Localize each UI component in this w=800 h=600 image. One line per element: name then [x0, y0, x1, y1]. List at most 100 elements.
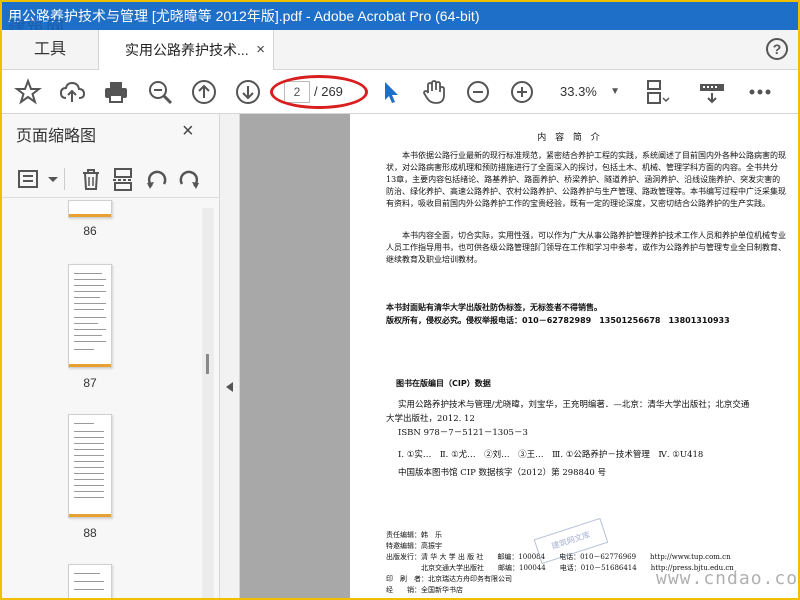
trash-icon[interactable] — [78, 166, 104, 192]
zoom-in-icon[interactable] — [508, 78, 536, 106]
pdf-distributor: 经 销：全国新华书店 — [386, 586, 463, 594]
options-menu-icon[interactable] — [16, 166, 42, 192]
zoom-level-select[interactable]: 33.3% ▼ — [552, 80, 624, 104]
thumbnail-page-88[interactable] — [68, 414, 112, 518]
thumbnail-binding-strip — [69, 364, 111, 367]
thumbnail-page-86[interactable] — [68, 200, 112, 218]
keyboard-icon[interactable] — [698, 78, 726, 106]
thumbnail-line — [74, 431, 104, 432]
help-icon[interactable]: ? — [766, 38, 788, 60]
thumbnail-line — [74, 485, 104, 486]
app-window: 用公路养护技术与管理 [尤晓暐等 2012年版].pdf - Adobe Acr… — [2, 2, 798, 598]
thumbnail-line — [74, 573, 100, 574]
star-icon[interactable] — [14, 78, 42, 106]
toolbar-divider — [64, 168, 65, 190]
thumbnail-line — [74, 317, 106, 318]
pdf-cip-line: 大学出版社，2012. 12 — [386, 414, 475, 424]
pdf-special-editor: 特邀编辑：高振宇 — [386, 542, 442, 550]
thumbnail-line — [74, 449, 104, 450]
thumbnail-line — [74, 279, 106, 280]
pdf-heading: 内 容 简 介 — [537, 133, 603, 143]
collapse-arrow-icon[interactable] — [226, 382, 233, 392]
tab-document-label: 实用公路养护技术... — [125, 42, 249, 58]
fit-page-icon[interactable] — [642, 78, 670, 106]
rotate-right-icon[interactable] — [176, 166, 202, 192]
thumbnail-line — [74, 467, 104, 468]
pdf-intro-paragraph-1: 本书依据公路行业最新的现行标准规范，紧密结合养护工程的实践，系统阐述了目前国内外… — [386, 151, 786, 208]
thumbnail-line — [74, 581, 104, 582]
title-bar: 用公路养护技术与管理 [尤晓暐等 2012年版].pdf - Adobe Acr… — [2, 2, 798, 30]
close-panel-icon[interactable]: × — [182, 120, 194, 143]
thumbnail-line — [74, 491, 104, 492]
extract-page-icon[interactable] — [110, 166, 136, 192]
thumbnail-binding-strip — [69, 514, 111, 517]
thumbnail-line — [74, 443, 104, 444]
pdf-rights-notice: 版权所有，侵权必究。侵权举报电话：010－62782989 1350125667… — [386, 316, 730, 325]
close-tab-icon[interactable]: × — [256, 30, 265, 70]
pdf-intro-paragraph-2: 本书内容全面，切合实际，实用性强，可以作为广大从事公路养护管理养护技术工作人员和… — [386, 231, 786, 264]
panel-collapse-strip[interactable] — [220, 114, 240, 598]
tab-tools[interactable]: 工具 — [2, 30, 98, 70]
thumbnail-line — [74, 437, 104, 438]
thumbnail-label: 88 — [83, 526, 97, 540]
tab-document[interactable]: 实用公路养护技术... × — [98, 30, 274, 70]
thumbnail-line — [74, 461, 104, 462]
thumbnail-line — [74, 309, 104, 310]
pdf-printer: 印 刷 者：北京瑞达方舟印务有限公司 — [386, 575, 512, 583]
panel-title: 页面缩略图 — [16, 128, 97, 145]
options-caret-icon[interactable] — [40, 166, 58, 192]
thumbnail-line — [74, 497, 104, 498]
thumbnail-line — [74, 473, 104, 474]
thumbnail-line — [74, 273, 102, 274]
page-up-icon[interactable] — [190, 78, 218, 106]
thumbnail-page-89[interactable] — [68, 564, 112, 598]
thumbnail-line — [74, 329, 106, 330]
hand-icon[interactable] — [420, 78, 448, 106]
page-down-icon[interactable] — [234, 78, 262, 106]
thumbnail-line — [74, 291, 106, 292]
thumbnail-page-87[interactable] — [68, 264, 112, 368]
pdf-cip-record: 中国版本图书馆 CIP 数据核字（2012）第 298840 号 — [398, 468, 606, 478]
more-tools-icon[interactable] — [746, 78, 774, 106]
pdf-editor: 责任编辑：韩 乐 — [386, 531, 442, 539]
thumbnail-line — [74, 335, 102, 336]
pdf-cip-classification: Ⅰ. ①实… Ⅱ. ①尤… ②刘… ③王… Ⅲ. ①公路养护－技术管理 Ⅳ. ①… — [398, 450, 704, 460]
thumbnail-label: 87 — [83, 376, 97, 390]
thumbnail-line — [74, 479, 104, 480]
thumbnail-line — [74, 455, 104, 456]
highlight-ring — [270, 75, 368, 109]
thumbnail-line — [74, 285, 104, 286]
thumbnail-line — [74, 297, 100, 298]
window-title: 用公路养护技术与管理 [尤晓暐等 2012年版].pdf - Adobe Acr… — [8, 8, 480, 24]
print-icon[interactable] — [102, 78, 130, 106]
thumbnail-scrollbar[interactable] — [202, 208, 214, 598]
rotate-left-icon[interactable] — [144, 166, 170, 192]
select-arrow-icon[interactable] — [376, 78, 404, 106]
zoom-search-icon[interactable] — [146, 78, 174, 106]
thumbnail-line — [74, 341, 106, 342]
chevron-down-icon: ▼ — [610, 86, 620, 97]
thumbnail-label: 86 — [83, 224, 97, 238]
thumbnail-line — [74, 303, 106, 304]
thumbnail-line — [74, 349, 94, 350]
pdf-anti-fake-notice: 本书封面贴有清华大学出版社防伪标签，无标签者不得销售。 — [386, 303, 602, 312]
tab-row: 工具 实用公路养护技术... × ? — [2, 30, 798, 70]
zoom-out-icon[interactable] — [464, 78, 492, 106]
thumbnail-line — [74, 323, 98, 324]
pdf-page: 内 容 简 介 本书依据公路行业最新的现行标准规范，紧密结合养护工程的实践，系统… — [350, 114, 798, 598]
pdf-cip-title: 图书在版编目（CIP）数据 — [396, 379, 491, 388]
pdf-cip-isbn: ISBN 978－7－5121－1305－3 — [398, 428, 528, 438]
thumbnail-binding-strip — [69, 214, 111, 217]
cloud-upload-icon[interactable] — [58, 78, 86, 106]
scrollbar-grip[interactable] — [206, 354, 209, 374]
watermark-site: www.cndao.com — [656, 568, 798, 589]
zoom-level-value: 33.3% — [560, 84, 597, 99]
document-view[interactable]: 内 容 简 介 本书依据公路行业最新的现行标准规范，紧密结合养护工程的实践，系统… — [240, 114, 798, 598]
panel-toolbar — [2, 158, 220, 198]
thumbnail-panel: 页面缩略图 × 86 87 88 — [2, 114, 220, 598]
thumbnail-list: 86 87 88 — [2, 200, 220, 598]
thumbnail-line — [74, 423, 94, 424]
toolbar: 2 / 269 33.3% ▼ — [2, 70, 798, 114]
thumbnail-line — [74, 589, 104, 590]
pdf-cip-line: 实用公路养护技术与管理/尤晓暐，刘宝华，王充明编著．—北京：清华大学出版社；北京… — [398, 400, 750, 410]
